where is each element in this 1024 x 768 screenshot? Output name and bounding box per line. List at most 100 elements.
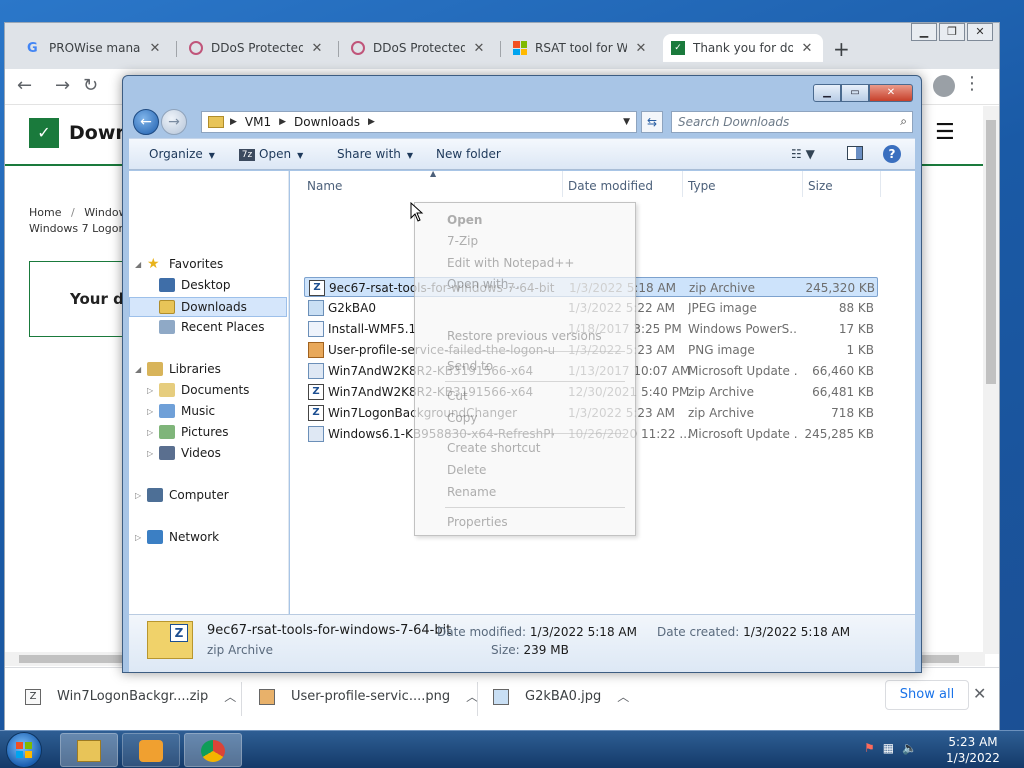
- taskbar-chrome[interactable]: [184, 733, 242, 767]
- close-icon[interactable]: ✕: [309, 41, 325, 56]
- column-separator[interactable]: [562, 171, 563, 197]
- menu-kebab-icon[interactable]: ⋮: [963, 73, 981, 94]
- chevron-right-icon[interactable]: ▶: [279, 117, 286, 127]
- nav-favorites[interactable]: ◢ ★ Favorites: [135, 257, 223, 271]
- column-header-name[interactable]: Name: [307, 179, 342, 193]
- browser-tab-4[interactable]: RSAT tool for Win ✕: [505, 34, 657, 62]
- reload-icon[interactable]: ↻: [83, 75, 98, 96]
- download-item-1[interactable]: Z Win7LogonBackgr....zip ︿: [25, 688, 236, 705]
- close-icon[interactable]: ✕: [633, 41, 649, 56]
- new-tab-button[interactable]: +: [833, 37, 850, 61]
- menu-item-rename[interactable]: Rename: [447, 485, 496, 499]
- taskbar-clock[interactable]: 5:23 AM 1/3/2022: [940, 734, 1006, 766]
- menu-item-open-with[interactable]: Open with...: [447, 277, 520, 291]
- menu-item-create-shortcut[interactable]: Create shortcut: [447, 441, 540, 455]
- nav-pictures[interactable]: ▷ Pictures: [147, 425, 229, 439]
- site-logo-icon[interactable]: ✓: [29, 118, 59, 148]
- search-input[interactable]: Search Downloads ⌕: [671, 111, 913, 133]
- open-button[interactable]: 7z Open ▼: [239, 147, 303, 161]
- menu-item-cut[interactable]: Cut: [447, 389, 468, 403]
- expand-triangle-icon[interactable]: ▷: [147, 449, 157, 458]
- close-window-button[interactable]: ✕: [967, 23, 993, 41]
- taskbar-explorer[interactable]: [60, 733, 118, 767]
- menu-item-properties[interactable]: Properties: [447, 515, 508, 529]
- menu-item-send-to[interactable]: Send to: [447, 359, 493, 373]
- nav-documents[interactable]: ▷ Documents: [147, 383, 249, 397]
- close-icon[interactable]: ✕: [973, 684, 986, 703]
- show-all-button[interactable]: Show all: [885, 680, 969, 710]
- browser-tab-1[interactable]: G PROWise manage ✕: [19, 34, 171, 62]
- expand-triangle-icon[interactable]: ▷: [147, 407, 157, 416]
- menu-item-7zip[interactable]: 7-Zip: [447, 234, 478, 248]
- preview-pane-icon[interactable]: [847, 146, 863, 160]
- column-separator[interactable]: [880, 171, 881, 197]
- nav-network[interactable]: ▷ Network: [135, 530, 219, 544]
- address-crumb-downloads[interactable]: Downloads: [294, 115, 360, 129]
- chevron-right-icon[interactable]: ▶: [368, 117, 375, 127]
- vertical-scrollbar[interactable]: [983, 106, 999, 654]
- download-item-2[interactable]: User-profile-servic....png ︿: [259, 688, 478, 705]
- search-icon[interactable]: ⌕: [900, 114, 907, 129]
- expand-triangle-icon[interactable]: ▷: [147, 386, 157, 395]
- nav-recent-places[interactable]: Recent Places: [159, 320, 264, 334]
- breadcrumb-home[interactable]: Home: [29, 206, 61, 219]
- menu-item-restore-previous[interactable]: Restore previous versions: [447, 329, 602, 343]
- site-name[interactable]: Down: [69, 122, 129, 144]
- menu-item-copy[interactable]: Copy: [447, 411, 477, 425]
- minimize-button[interactable]: ▁: [911, 23, 937, 41]
- back-arrow-icon[interactable]: ←: [17, 75, 32, 96]
- expand-triangle-icon[interactable]: ▷: [135, 533, 145, 542]
- collapse-triangle-icon[interactable]: ◢: [135, 365, 145, 374]
- browser-tab-3[interactable]: DDoS Protected H ✕: [343, 34, 495, 62]
- network-icon[interactable]: ▦: [883, 741, 894, 755]
- menu-item-edit-notepad[interactable]: Edit with Notepad++: [447, 256, 574, 270]
- chevron-up-icon[interactable]: ︿: [224, 688, 236, 705]
- new-folder-button[interactable]: New folder: [436, 147, 501, 161]
- nav-videos[interactable]: ▷ Videos: [147, 446, 221, 460]
- nav-computer[interactable]: ▷ Computer: [135, 488, 229, 502]
- nav-downloads[interactable]: Downloads: [129, 297, 287, 317]
- address-bar[interactable]: ▶ VM1 ▶ Downloads ▶ ▼: [201, 111, 637, 133]
- download-item-3[interactable]: G2kBA0.jpg ︿: [493, 688, 629, 705]
- menu-item-open[interactable]: Open: [447, 213, 482, 227]
- taskbar-media-player[interactable]: [122, 733, 180, 767]
- address-crumb-vm1[interactable]: VM1: [245, 115, 271, 129]
- chevron-right-icon[interactable]: ▶: [230, 117, 237, 127]
- action-center-flag-icon[interactable]: ⚑: [864, 741, 875, 755]
- hamburger-menu-icon[interactable]: ☰: [935, 120, 955, 145]
- nav-libraries[interactable]: ◢ Libraries: [135, 362, 221, 376]
- nav-desktop[interactable]: Desktop: [159, 278, 231, 292]
- back-arrow-icon[interactable]: ←: [133, 109, 159, 135]
- refresh-icon[interactable]: ⇆: [641, 111, 663, 133]
- column-separator[interactable]: [802, 171, 803, 197]
- close-icon[interactable]: ✕: [147, 41, 163, 56]
- collapse-triangle-icon[interactable]: ◢: [135, 260, 145, 269]
- forward-arrow-icon[interactable]: →: [161, 109, 187, 135]
- chevron-down-icon[interactable]: ▼: [623, 117, 630, 127]
- maximize-button[interactable]: ❐: [939, 23, 965, 41]
- expand-triangle-icon[interactable]: ▷: [147, 428, 157, 437]
- view-options-icon[interactable]: ☷ ▼: [791, 147, 815, 161]
- browser-tab-2[interactable]: DDoS Protected H ✕: [181, 34, 333, 62]
- maximize-button[interactable]: ▭: [841, 84, 869, 102]
- close-icon[interactable]: ✕: [799, 41, 815, 56]
- expand-triangle-icon[interactable]: ▷: [135, 491, 145, 500]
- close-window-button[interactable]: ✕: [869, 84, 913, 102]
- column-header-size[interactable]: Size: [808, 179, 833, 193]
- column-header-date[interactable]: Date modified: [568, 179, 653, 193]
- profile-avatar-icon[interactable]: [933, 75, 955, 97]
- help-icon[interactable]: ?: [883, 145, 901, 163]
- organize-button[interactable]: Organize ▼: [149, 147, 215, 161]
- forward-arrow-icon[interactable]: →: [55, 75, 70, 96]
- scroll-thumb[interactable]: [986, 120, 996, 384]
- share-with-button[interactable]: Share with ▼: [337, 147, 413, 161]
- column-separator[interactable]: [682, 171, 683, 197]
- start-button[interactable]: [6, 732, 42, 768]
- browser-tab-5[interactable]: ✓ Thank you for do ✕: [663, 34, 823, 62]
- minimize-button[interactable]: ▁: [813, 84, 841, 102]
- volume-icon[interactable]: 🔈: [902, 741, 917, 755]
- column-header-type[interactable]: Type: [688, 179, 716, 193]
- nav-music[interactable]: ▷ Music: [147, 404, 215, 418]
- close-icon[interactable]: ✕: [471, 41, 487, 56]
- menu-item-delete[interactable]: Delete: [447, 463, 486, 477]
